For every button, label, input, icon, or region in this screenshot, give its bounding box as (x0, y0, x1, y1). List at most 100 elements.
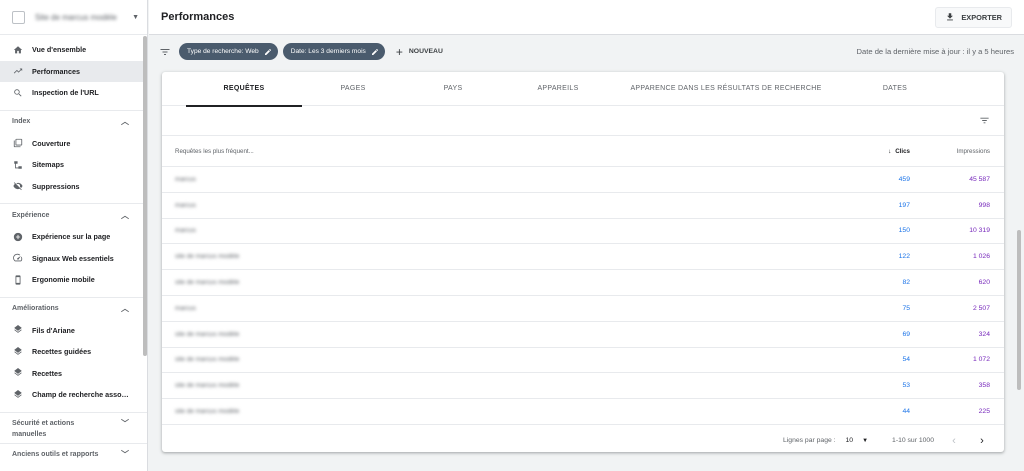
nav-sitemaps[interactable]: Sitemaps (0, 154, 147, 176)
eye-off-icon (12, 180, 24, 192)
section-experience: Expérience ︿ Expérience sur la page Signa… (0, 203, 147, 291)
section-title: Anciens outils et rapports (12, 451, 99, 458)
filter-bar: Type de recherche: Web Date: Les 3 derni… (149, 36, 1024, 67)
section-header-enhancements[interactable]: Améliorations ︿ (0, 298, 147, 320)
nav-label: Couverture (32, 138, 71, 148)
new-filter-button[interactable]: + NOUVEAU (396, 46, 443, 58)
clicks-cell: 53 (902, 382, 910, 390)
rows-per-page-value: 10 (845, 437, 854, 445)
next-page-icon[interactable]: › (974, 435, 990, 447)
table-row[interactable]: marcus 150 10 319 (162, 219, 1004, 245)
tab-search-appearance[interactable]: APPARENCE DANS LES RÉSULTATS DE RECHERCH… (626, 72, 826, 106)
layers-icon (12, 389, 24, 401)
phone-icon (12, 274, 24, 286)
clicks-cell: 54 (902, 356, 910, 364)
header-clicks-label: Clics (895, 147, 910, 155)
query-cell: marcus (162, 305, 822, 312)
query-text: marcus (175, 227, 196, 235)
section-enhancements: Améliorations ︿ Fils d'Ariane Recettes gu… (0, 296, 147, 406)
nav-core-web-vitals[interactable]: Signaux Web essentiels (0, 248, 147, 270)
coverage-icon (12, 137, 24, 149)
query-cell: marcus (162, 202, 822, 209)
section-title: Améliorations (12, 305, 59, 312)
tab-bar: REQUÊTES PAGES PAYS APPAREILS APPARENCE … (162, 72, 1004, 107)
table-row[interactable]: site de marcus modèle 69 324 (162, 322, 1004, 348)
nav-overview[interactable]: Vue d'ensemble (0, 39, 147, 61)
edit-icon (371, 48, 378, 55)
plus-icon: + (395, 44, 403, 59)
section-header-security[interactable]: Sécurité et actions manuelles ﹀ (0, 413, 147, 443)
section-security: Sécurité et actions manuelles ﹀ (0, 411, 147, 443)
tab-dates[interactable]: DATES (860, 72, 930, 106)
section-title: Index (12, 118, 31, 125)
nav-label: Signaux Web essentiels (32, 253, 114, 263)
query-text: site de marcus modèle (175, 408, 240, 416)
plus-circle-icon (12, 231, 24, 243)
tab-devices[interactable]: APPAREILS (518, 72, 598, 106)
header-queries[interactable]: Requêtes les plus fréquent... (162, 148, 822, 155)
nav-performances[interactable]: Performances (0, 60, 147, 82)
chevron-up-icon: ︿ (121, 117, 129, 126)
query-cell: site de marcus modèle (162, 382, 822, 389)
table-row[interactable]: marcus 459 45 587 (162, 167, 1004, 193)
nav-guided-recipes[interactable]: Recettes guidées (0, 341, 147, 363)
rows-per-page-select[interactable]: 10 ▼ (846, 437, 869, 444)
query-text: site de marcus modèle (175, 382, 240, 390)
property-favicon (12, 10, 25, 24)
filter-rows-icon[interactable] (979, 115, 990, 126)
nav-page-experience[interactable]: Expérience sur la page (0, 226, 147, 248)
query-cell: marcus (162, 176, 822, 183)
filter-chip-date[interactable]: Date: Les 3 derniers mois (282, 43, 385, 60)
nav-label: Fils d'Ariane (32, 325, 75, 335)
query-text: site de marcus modèle (175, 253, 240, 261)
table-row[interactable]: marcus 75 2 507 (162, 296, 1004, 322)
clicks-cell: 69 (902, 330, 910, 338)
nav-sitelinks-searchbox[interactable]: Champ de recherche associé aux liens sit… (0, 384, 147, 406)
tab-queries[interactable]: REQUÊTES (186, 72, 302, 107)
query-text: site de marcus modèle (175, 330, 240, 338)
table-row[interactable]: site de marcus modèle 82 620 (162, 270, 1004, 296)
property-selector[interactable]: Site de marcus modèle ▼ (0, 0, 147, 35)
impressions-cell: 2 507 (972, 304, 990, 312)
tab-pages[interactable]: PAGES (318, 72, 388, 106)
section-header-legacy[interactable]: Anciens outils et rapports ﹀ (0, 444, 147, 466)
nav-url-inspection[interactable]: Inspection de l'URL (0, 82, 147, 104)
nav-recipes[interactable]: Recettes (0, 363, 147, 385)
nav-breadcrumbs[interactable]: Fils d'Ariane (0, 320, 147, 342)
header-impressions[interactable]: Impressions (910, 148, 990, 155)
download-icon (947, 13, 954, 21)
query-text: marcus (175, 175, 196, 183)
section-header-experience[interactable]: Expérience ︿ (0, 204, 147, 226)
layers-icon (12, 346, 24, 358)
property-name: Site de marcus modèle (35, 12, 117, 22)
edit-icon (264, 48, 271, 55)
sidebar-scrollbar[interactable] (143, 36, 147, 356)
table-row[interactable]: site de marcus modèle 122 1 026 (162, 244, 1004, 271)
nav-coverage[interactable]: Couverture (0, 133, 147, 155)
table-body: marcus 459 45 587 marcus 197 998 marcus 150 10 3… (162, 167, 1004, 425)
nav-label: Expérience sur la page (32, 232, 111, 242)
tab-countries[interactable]: PAYS (418, 72, 488, 106)
main-scrollbar[interactable] (1017, 230, 1021, 390)
section-header-index[interactable]: Index ︿ (0, 111, 147, 133)
impressions-cell: 10 319 (969, 227, 990, 235)
prev-page-icon[interactable]: ‹ (946, 435, 962, 447)
sidebar: Site de marcus modèle ▼ Vue d'ensemble P… (0, 0, 148, 471)
table-row[interactable]: marcus 197 998 (162, 193, 1004, 219)
export-button[interactable]: EXPORTER (935, 6, 1012, 28)
header-clicks[interactable]: ↓ Clics (822, 148, 910, 155)
nav-removals[interactable]: Suppressions (0, 176, 147, 198)
table-row[interactable]: site de marcus modèle 44 225 (162, 399, 1004, 425)
query-cell: site de marcus modèle (162, 408, 822, 415)
nav-mobile-usability[interactable]: Ergonomie mobile (0, 269, 147, 291)
rows-per-page-label: Lignes par page : (783, 437, 836, 445)
nav-label: Vue d'ensemble (32, 45, 87, 55)
filter-chip-search-type[interactable]: Type de recherche: Web (179, 43, 278, 60)
results-card: REQUÊTES PAGES PAYS APPAREILS APPARENCE … (162, 72, 1004, 452)
chevron-up-icon: ︿ (121, 210, 129, 220)
filter-icon[interactable] (159, 46, 179, 58)
table-row[interactable]: site de marcus modèle 53 358 (162, 373, 1004, 400)
last-update-text: Date de la dernière mise à jour : il y a… (856, 47, 1014, 56)
chevron-down-icon: ﹀ (121, 450, 129, 459)
table-row[interactable]: site de marcus modèle 54 1 072 (162, 348, 1004, 374)
